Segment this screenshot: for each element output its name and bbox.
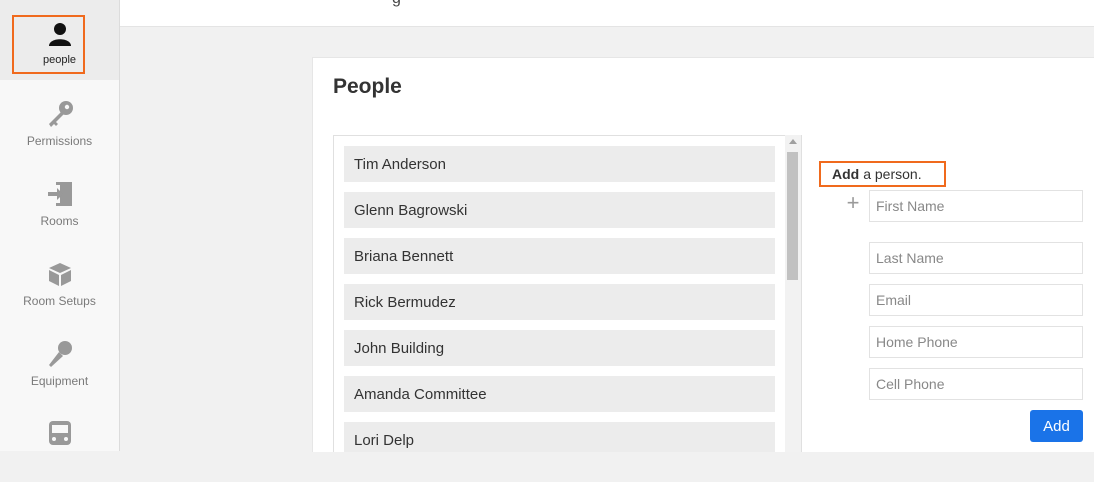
list-item[interactable]: Glenn Bagrowski (344, 192, 775, 228)
selection-highlight (12, 15, 85, 74)
list-item[interactable]: Tim Anderson (344, 146, 775, 182)
sidebar-item-label: Permissions (26, 134, 93, 148)
people-list-scrollbar[interactable] (785, 135, 801, 452)
sidebar-item-label: Rooms (40, 214, 79, 228)
list-item[interactable]: Rick Bermudez (344, 284, 775, 320)
sidebar-item-room-setups[interactable]: Room Setups (0, 242, 119, 322)
cube-icon (46, 258, 74, 290)
add-person-button[interactable]: Add (1030, 410, 1083, 442)
list-item[interactable]: Amanda Committee (344, 376, 775, 412)
people-list: Tim Anderson Glenn Bagrowski Briana Benn… (333, 135, 802, 452)
list-item[interactable]: Lori Delp (344, 422, 775, 452)
sidebar-item-rooms[interactable]: Rooms (0, 162, 119, 242)
scrollbar-thumb[interactable] (787, 152, 798, 280)
cell-phone-field[interactable] (869, 368, 1083, 400)
people-panel: People Tim Anderson Glenn Bagrowski Bria… (312, 57, 1094, 452)
sidebar: people Permissions Rooms Room Setups Equ… (0, 0, 120, 451)
scroll-up-icon[interactable] (789, 139, 797, 144)
list-item[interactable]: John Building (344, 330, 775, 366)
sidebar-item-permissions[interactable]: Permissions (0, 82, 119, 162)
sidebar-item-equipment[interactable]: Equipment (0, 322, 119, 402)
list-item[interactable]: Briana Bennett (344, 238, 775, 274)
email-field[interactable] (869, 284, 1083, 316)
sidebar-item-people[interactable]: people (0, 0, 119, 80)
first-name-field[interactable] (869, 190, 1083, 222)
sidebar-item-label: Room Setups (23, 294, 96, 308)
add-heading-text: a person. (863, 166, 922, 182)
door-enter-icon (45, 178, 75, 210)
sidebar-item-label: Equipment (30, 374, 89, 388)
top-bar: g (120, 0, 1094, 27)
key-icon (45, 98, 75, 130)
sidebar-item-transport[interactable] (0, 402, 119, 482)
home-phone-field[interactable] (869, 326, 1083, 358)
page-title: People (333, 75, 402, 98)
bus-icon (47, 418, 73, 450)
microphone-icon (45, 338, 75, 370)
add-heading-bold: Add (832, 166, 860, 182)
add-person-heading: Add a person. (819, 161, 946, 187)
last-name-field[interactable] (869, 242, 1083, 274)
top-bar-text: g (392, 0, 401, 8)
plus-icon[interactable]: + (844, 192, 862, 214)
